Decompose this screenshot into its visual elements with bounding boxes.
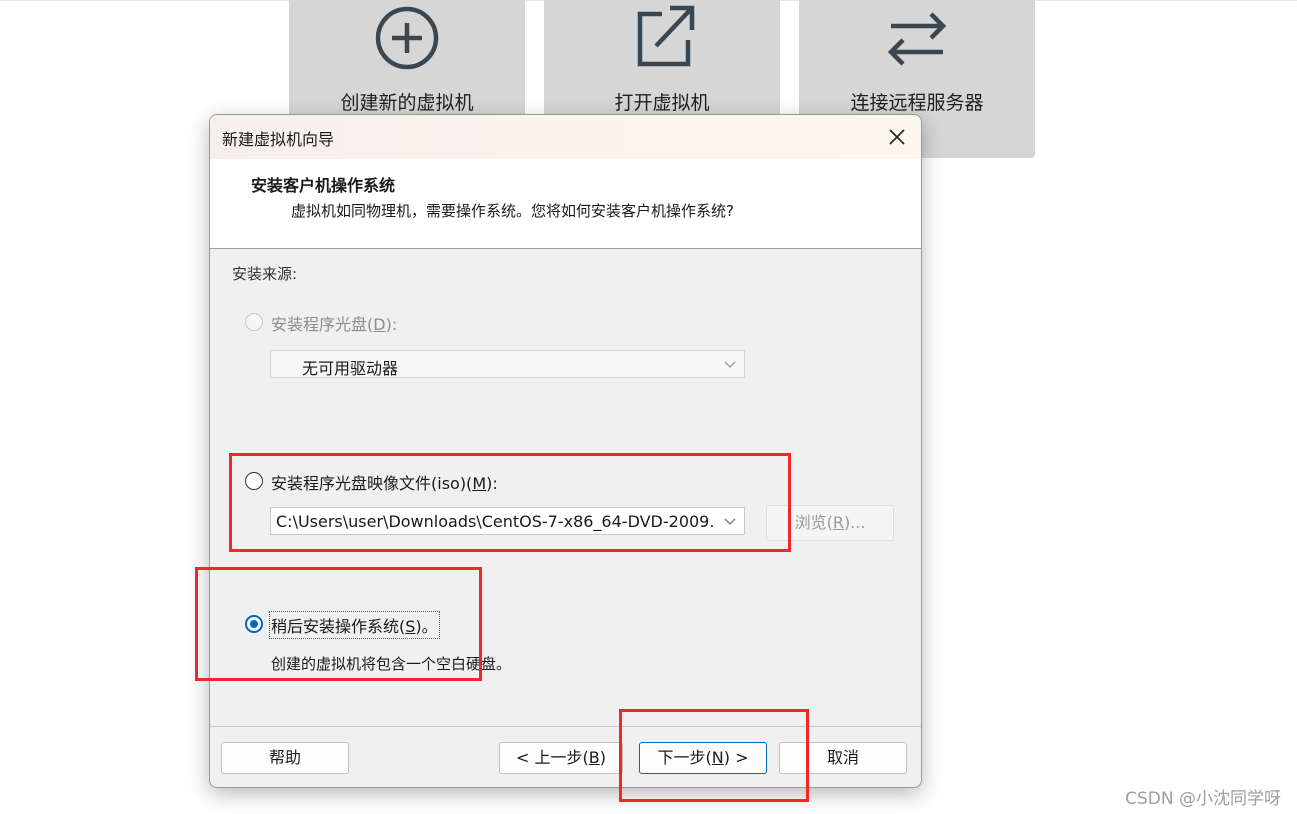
disc-drive-value: 无可用驱动器 [302, 359, 399, 378]
installer-disc-radio[interactable] [245, 313, 263, 331]
dialog-titlebar: 新建虚拟机向导 [210, 115, 921, 159]
installer-disc-label: 安装程序光盘(D): [271, 315, 398, 334]
wizard-heading: 安装客户机操作系统 [251, 176, 396, 195]
swap-arrows-icon [887, 12, 947, 66]
tile-label: 连接远程服务器 [850, 92, 984, 114]
wizard-header: 安装客户机操作系统 虚拟机如同物理机，需要操作系统。您将如何安装客户机操作系统? [210, 159, 921, 249]
wizard-subheading: 虚拟机如同物理机，需要操作系统。您将如何安装客户机操作系统? [291, 202, 734, 220]
tile-label: 创建新的虚拟机 [340, 92, 474, 114]
install-source-label: 安装来源: [232, 265, 298, 283]
back-button[interactable]: < 上一步(B) [499, 742, 623, 774]
csdn-watermark: CSDN @小沈同学呀 [1125, 789, 1281, 809]
next-highlight-box [619, 709, 809, 802]
close-icon[interactable] [881, 121, 913, 153]
dialog-title: 新建虚拟机向导 [222, 130, 335, 149]
new-vm-wizard-dialog: 新建虚拟机向导 安装客户机操作系统 虚拟机如同物理机，需要操作系统。您将如何安装… [209, 114, 922, 788]
tile-label: 打开虚拟机 [614, 92, 710, 114]
install-later-highlight-box [195, 567, 482, 681]
plus-circle-icon [375, 6, 439, 70]
help-button[interactable]: 帮助 [221, 742, 349, 774]
iso-highlight-box [229, 453, 791, 552]
open-external-icon [637, 5, 695, 67]
footer-divider [210, 726, 921, 727]
chevron-down-icon [724, 361, 736, 368]
disc-drive-select[interactable]: 无可用驱动器 [270, 350, 745, 378]
